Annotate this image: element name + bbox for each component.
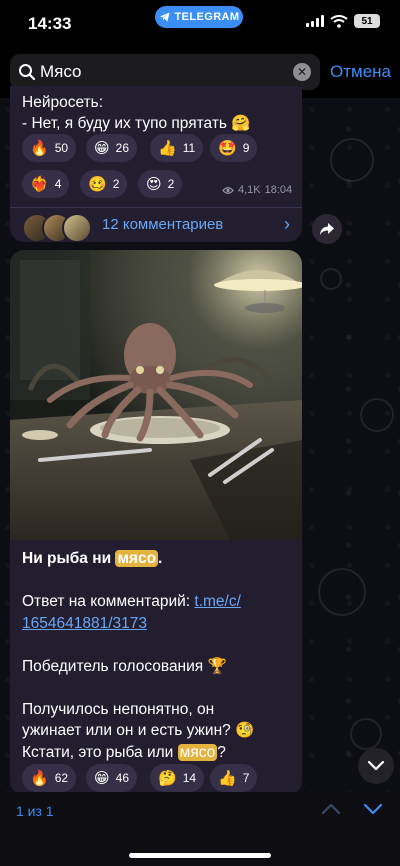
search-results-bar: 1 из 1 (0, 792, 400, 866)
scroll-to-bottom-button[interactable] (358, 748, 394, 784)
poll-winner-text: Победитель голосования 🏆 (22, 657, 227, 675)
reaction-count: 46 (115, 771, 129, 785)
reaction-count: 26 (115, 141, 129, 155)
heart-on-fire-emoji: ❤️‍🔥 (30, 175, 49, 193)
search-highlight: мясо (115, 550, 159, 567)
body-text: ? (217, 743, 226, 761)
message-meta: 4,1K 18:04 (222, 184, 292, 196)
reaction-count: 2 (167, 177, 175, 191)
message-line: - Нет, я буду их тупо прятать 🤗 (22, 115, 251, 132)
return-to-app-pill[interactable]: TELEGRAM (155, 6, 243, 28)
body-line: ужинает или он и есть ужин? 🧐 (22, 722, 255, 739)
body-text: Кстати, это рыба или (22, 743, 178, 761)
share-button[interactable] (312, 214, 342, 244)
grin-emoji: 😁 (94, 139, 110, 157)
search-query: Мясо (40, 62, 82, 81)
body-line: Кстати, это рыба или мясо? (22, 742, 292, 764)
status-icons: 51 (306, 14, 380, 28)
thinking-emoji: 🤔 (158, 769, 177, 787)
home-indicator (129, 853, 271, 858)
body-line: Получилось непонятно, он (22, 700, 215, 718)
telegram-icon (159, 12, 170, 22)
chevron-down-icon (367, 760, 385, 771)
reaction-heart-eyes[interactable]: 😍 2 (138, 170, 183, 198)
grin-emoji: 😁 (94, 769, 110, 787)
avatar (62, 213, 92, 242)
reaction-grin[interactable]: 😁 26 (86, 134, 137, 162)
status-time: 14:33 (28, 14, 72, 33)
comments-button[interactable]: 12 комментариев › (10, 208, 302, 242)
reply-line: Ответ на комментарий: t.me/c/ (22, 591, 292, 613)
message-bubble[interactable]: Ни рыба ни мясо. Ответ на комментарий: t… (10, 250, 302, 795)
next-result-icon[interactable] (362, 798, 384, 820)
share-arrow-icon (320, 223, 334, 235)
reply-prefix: Ответ на комментарий: (22, 593, 195, 610)
message-time: 18:04 (264, 184, 293, 196)
comments-label: 12 комментариев (102, 216, 224, 233)
title-text: . (158, 550, 163, 567)
status-bar: 14:33 TELEGRAM 51 (0, 0, 400, 48)
reaction-count: 4 (54, 177, 62, 191)
views-eye-icon (222, 186, 234, 194)
wifi-icon (330, 14, 348, 28)
views-count: 4,1K (238, 184, 261, 196)
thumbs-up-emoji: 👍 (158, 139, 177, 157)
reaction-count: 50 (54, 141, 69, 155)
octopus-dinner-image (10, 250, 302, 540)
reaction-thumbs-up[interactable]: 👍 7 (210, 764, 258, 792)
message-photo[interactable] (10, 250, 302, 540)
message-text: Нейросеть: - Нет, я буду их тупо прятать… (22, 92, 251, 134)
reaction-count: 62 (54, 771, 69, 785)
message-bubble[interactable]: Нейросеть: - Нет, я буду их тупо прятать… (10, 86, 302, 242)
clear-search-icon[interactable]: ✕ (293, 63, 311, 81)
results-counter[interactable]: 1 из 1 (16, 803, 54, 819)
message-text: Ни рыба ни мясо. Ответ на комментарий: t… (22, 548, 292, 763)
reaction-count: 9 (242, 141, 250, 155)
chevron-right-icon: › (284, 214, 290, 234)
reaction-star-eyes[interactable]: 🤩 9 (210, 134, 258, 162)
search-highlight: мясо (177, 743, 218, 761)
reaction-count: 7 (242, 771, 250, 785)
message-title: Ни рыба ни мясо. (22, 548, 292, 570)
reaction-thinking[interactable]: 🤔 14 (150, 764, 205, 792)
star-struck-emoji: 🤩 (218, 139, 237, 157)
message-line: Нейросеть: (22, 94, 104, 111)
reaction-fire[interactable]: 🔥 62 (22, 764, 77, 792)
signal-icon (306, 15, 324, 27)
woozy-emoji: 🥴 (88, 175, 107, 193)
cancel-button[interactable]: Отмена (330, 62, 391, 82)
app-pill-label: TELEGRAM (174, 11, 240, 23)
reaction-woozy[interactable]: 🥴 2 (80, 170, 128, 198)
reaction-grin[interactable]: 😁 46 (86, 764, 137, 792)
reaction-thumbs-up[interactable]: 👍 11 (150, 134, 204, 162)
reaction-heart-fire[interactable]: ❤️‍🔥 4 (22, 170, 70, 198)
reaction-fire[interactable]: 🔥 50 (22, 134, 77, 162)
fire-emoji: 🔥 (30, 139, 49, 157)
search-input[interactable]: Мясо ✕ (10, 54, 320, 90)
reaction-count: 11 (182, 141, 196, 155)
fire-emoji: 🔥 (30, 769, 49, 787)
thumbs-up-emoji: 👍 (218, 769, 237, 787)
search-icon (19, 64, 36, 81)
title-text: Ни рыба ни (22, 550, 116, 567)
previous-result-icon[interactable] (320, 798, 342, 820)
reaction-count: 14 (182, 771, 197, 785)
reaction-count: 2 (112, 177, 120, 191)
heart-eyes-emoji: 😍 (146, 175, 162, 193)
battery-icon: 51 (354, 14, 380, 28)
reply-link[interactable]: t.me/c/ (194, 593, 241, 610)
reply-link[interactable]: 1654641881/3173 (22, 615, 147, 632)
